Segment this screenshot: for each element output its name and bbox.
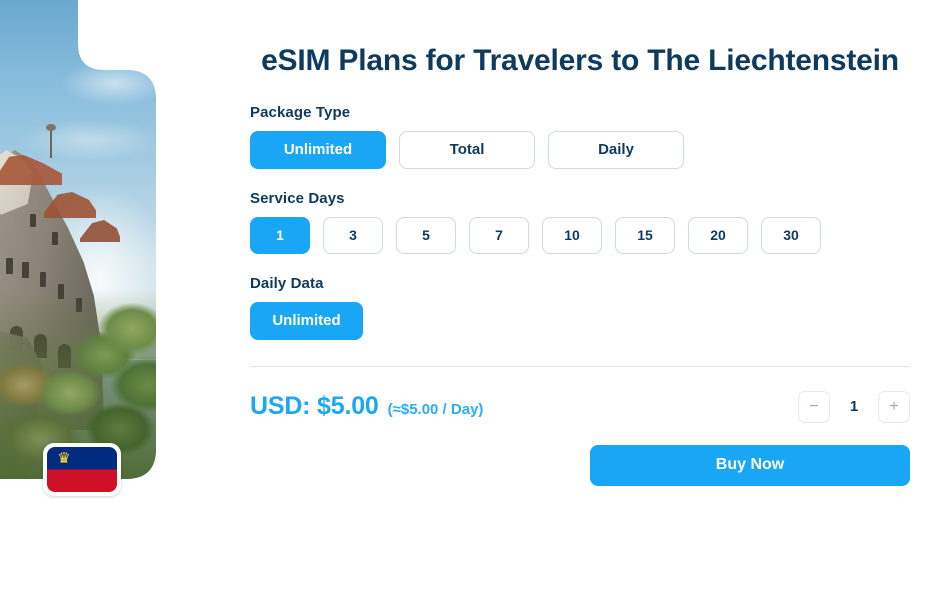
daily-data-label: Daily Data — [250, 274, 324, 292]
page-title: eSIM Plans for Travelers to The Liechten… — [261, 44, 899, 77]
service-days-option-5[interactable]: 5 — [396, 216, 456, 254]
buy-now-button[interactable]: Buy Now — [590, 444, 910, 486]
daily-data-options: Unlimited — [250, 301, 910, 340]
quantity-value[interactable]: 1 — [830, 398, 878, 415]
service-days-option-3[interactable]: 3 — [323, 216, 383, 254]
crown-icon: ♛ — [57, 450, 71, 467]
service-days-option-10[interactable]: 10 — [542, 216, 602, 254]
package-type-group: Package Type Unlimited Total Daily — [250, 104, 910, 169]
liechtenstein-flag-icon: ♛ — [47, 447, 117, 492]
daily-data-group: Daily Data Unlimited — [250, 275, 910, 340]
service-days-label: Service Days — [250, 189, 345, 207]
plan-configurator: eSIM Plans for Travelers to The Liechten… — [250, 0, 910, 597]
cloud-icon — [20, 120, 156, 160]
buy-row: Buy Now — [250, 444, 910, 486]
service-days-option-30[interactable]: 30 — [761, 216, 821, 254]
service-days-options: 1 3 5 7 10 15 20 30 — [250, 216, 910, 254]
price-per-day: (≈$5.00 / Day) — [387, 401, 484, 419]
package-type-option-daily[interactable]: Daily — [548, 130, 684, 169]
quantity-decrement-button[interactable]: − — [798, 390, 830, 423]
service-days-option-7[interactable]: 7 — [469, 216, 529, 254]
service-days-option-15[interactable]: 15 — [615, 216, 675, 254]
price-display: USD: $5.00 (≈$5.00 / Day) — [250, 392, 483, 421]
quantity-stepper: − 1 + — [798, 390, 910, 423]
destination-hero-image: ♛ — [0, 0, 156, 496]
total-price: USD: $5.00 — [250, 392, 379, 421]
package-type-label: Package Type — [250, 103, 351, 121]
service-days-option-1[interactable]: 1 — [250, 216, 310, 254]
section-divider — [250, 365, 910, 367]
package-type-options: Unlimited Total Daily — [250, 130, 910, 169]
package-type-option-unlimited[interactable]: Unlimited — [250, 130, 386, 169]
castle-spire — [50, 128, 52, 158]
castle-spire-finial — [46, 124, 56, 131]
package-type-option-total[interactable]: Total — [399, 130, 535, 169]
castle-window — [6, 258, 13, 274]
esim-plan-page: ♛ eSIM Plans for Travelers to The Liecht… — [0, 0, 925, 597]
hero-image-clip — [0, 0, 156, 479]
castle-window — [52, 232, 58, 245]
castle-window — [30, 214, 36, 227]
country-flag-badge: ♛ — [43, 443, 121, 496]
service-days-group: Service Days 1 3 5 7 10 15 20 30 — [250, 190, 910, 254]
daily-data-option-unlimited[interactable]: Unlimited — [250, 301, 363, 340]
price-and-quantity-row: USD: $5.00 (≈$5.00 / Day) − 1 + — [250, 390, 910, 423]
castle-window — [22, 262, 29, 278]
castle-window — [40, 272, 46, 287]
quantity-increment-button[interactable]: + — [878, 390, 910, 423]
service-days-option-20[interactable]: 20 — [688, 216, 748, 254]
